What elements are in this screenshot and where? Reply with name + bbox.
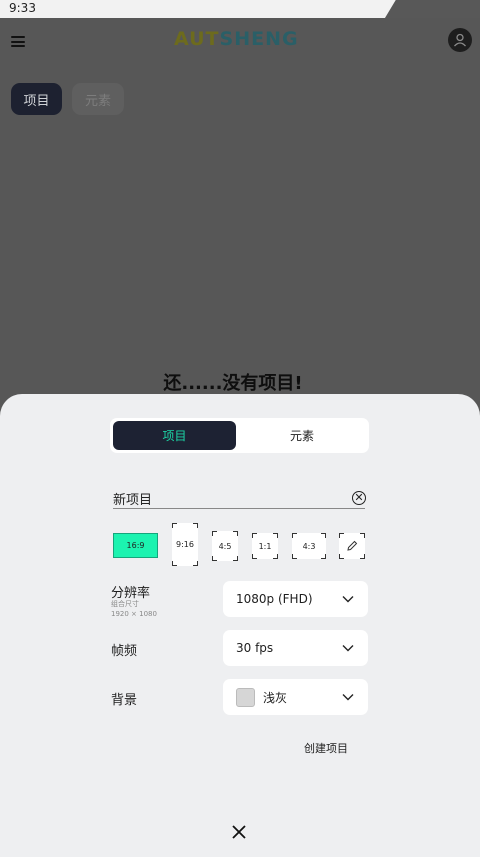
pencil-icon[interactable] bbox=[339, 533, 365, 559]
status-time: 9:33 bbox=[9, 1, 36, 15]
chevron-down-icon bbox=[342, 694, 354, 701]
ratio-4-5[interactable]: 4:5 bbox=[212, 531, 238, 561]
logo-part-1: AUT bbox=[174, 28, 220, 50]
chevron-down-icon bbox=[342, 645, 354, 652]
hamburger-menu-icon[interactable] bbox=[11, 36, 25, 47]
create-project-button[interactable]: 创建项目 bbox=[304, 740, 348, 756]
logo-part-2: SHENG bbox=[219, 28, 299, 50]
tab-elements[interactable]: 元素 bbox=[72, 83, 124, 115]
ratio-9-16[interactable]: 9:16 bbox=[172, 523, 198, 566]
background-label: 背景 bbox=[111, 693, 138, 708]
user-icon[interactable] bbox=[448, 28, 472, 52]
sheet-tab-elements[interactable]: 元素 bbox=[238, 421, 366, 450]
ratio-16-9[interactable]: 16:9 bbox=[113, 533, 158, 558]
close-icon[interactable] bbox=[231, 824, 247, 840]
project-name-input[interactable] bbox=[113, 491, 333, 506]
sheet-segmented-control: 项目 元素 bbox=[110, 418, 369, 453]
frame-rate-label: 帧频 bbox=[111, 644, 138, 659]
frame-rate-value: 30 fps bbox=[236, 641, 274, 655]
background-select[interactable]: 浅灰 bbox=[223, 679, 368, 715]
resolution-value: 1080p (FHD) bbox=[236, 592, 313, 606]
app-logo: AUTSHENG bbox=[174, 28, 299, 50]
empty-state-message: 还......没有项目! bbox=[163, 373, 303, 394]
status-bar-overlay bbox=[384, 0, 480, 18]
background-value: 浅灰 bbox=[263, 690, 288, 705]
sheet-tab-projects[interactable]: 项目 bbox=[113, 421, 236, 450]
chevron-down-icon bbox=[342, 596, 354, 603]
ratio-4-3[interactable]: 4:3 bbox=[292, 533, 326, 559]
resolution-dimensions: 1920 × 1080 bbox=[111, 610, 157, 618]
background-color-swatch bbox=[236, 687, 255, 707]
new-project-sheet: 项目 元素 ✕ 16:9 9:16 4:5 1:1 4:3 分辨率 组合尺寸 1… bbox=[0, 394, 480, 857]
clear-circle-icon[interactable]: ✕ bbox=[352, 491, 366, 505]
resolution-sub-label: 组合尺寸 bbox=[111, 600, 139, 608]
ratio-1-1[interactable]: 1:1 bbox=[252, 533, 278, 559]
frame-rate-select[interactable]: 30 fps bbox=[223, 630, 368, 666]
status-bar: 9:33 bbox=[0, 0, 480, 18]
project-name-field: ✕ bbox=[113, 489, 366, 509]
tab-projects[interactable]: 项目 bbox=[11, 83, 62, 115]
resolution-select[interactable]: 1080p (FHD) bbox=[223, 581, 368, 617]
